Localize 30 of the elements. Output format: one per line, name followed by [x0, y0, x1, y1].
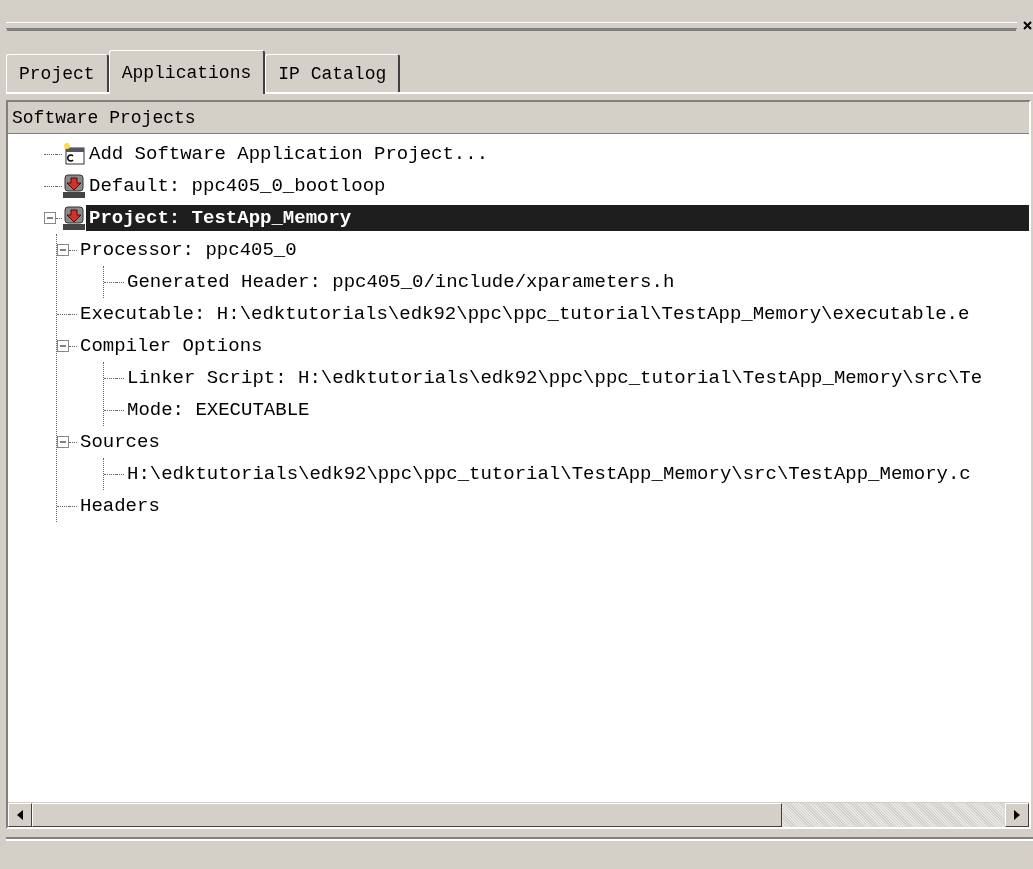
tab[interactable]: Project: [6, 54, 109, 92]
tree-item[interactable]: Mode: EXECUTABLE: [124, 397, 313, 423]
tab[interactable]: IP Catalog: [265, 54, 401, 92]
tree-item[interactable]: Compiler Options: [77, 333, 266, 359]
collapse-icon[interactable]: [44, 212, 56, 224]
tree-item[interactable]: Sources: [77, 429, 163, 455]
tree-item[interactable]: Default: ppc405_0_bootloop: [86, 173, 389, 199]
horizontal-scrollbar[interactable]: [8, 802, 1029, 827]
download-chip-icon: [62, 205, 86, 231]
close-icon: [1022, 20, 1032, 30]
tree-item[interactable]: Add Software Application Project...: [86, 141, 492, 167]
collapse-icon[interactable]: [57, 436, 69, 448]
scrollbar-thumb[interactable]: [32, 803, 782, 827]
tree-item[interactable]: Executable: H:\edktutorials\edk92\ppc\ppc_tutorial\TestApp_Memory\executable.e: [77, 301, 973, 327]
tree-item[interactable]: Project: TestApp_Memory: [86, 205, 1029, 231]
download-chip-icon: [62, 173, 86, 199]
collapse-icon[interactable]: [57, 340, 69, 352]
left-arrow-icon: [17, 810, 23, 820]
application-icon: [62, 142, 86, 166]
tree-item[interactable]: H:\edktutorials\edk92\ppc\ppc_tutorial\TestApp_Memory\src\TestApp_Memory.c: [124, 461, 974, 487]
tree-item[interactable]: Headers: [77, 493, 163, 519]
scroll-right-button[interactable]: [1005, 803, 1029, 827]
scroll-left-button[interactable]: [8, 803, 32, 827]
right-arrow-icon: [1014, 810, 1020, 820]
tab[interactable]: Applications: [108, 50, 266, 94]
collapse-icon[interactable]: [57, 244, 69, 256]
tree-item[interactable]: Generated Header: ppc405_0/include/xparameters.h: [124, 269, 678, 295]
tree-item[interactable]: Processor: ppc405_0: [77, 237, 300, 263]
splitter-grip[interactable]: [6, 21, 1017, 29]
tree-item[interactable]: Linker Script: H:\edktutorials\edk92\ppc\ppc_tutorial\TestApp_Memory\src\Te: [124, 365, 986, 391]
